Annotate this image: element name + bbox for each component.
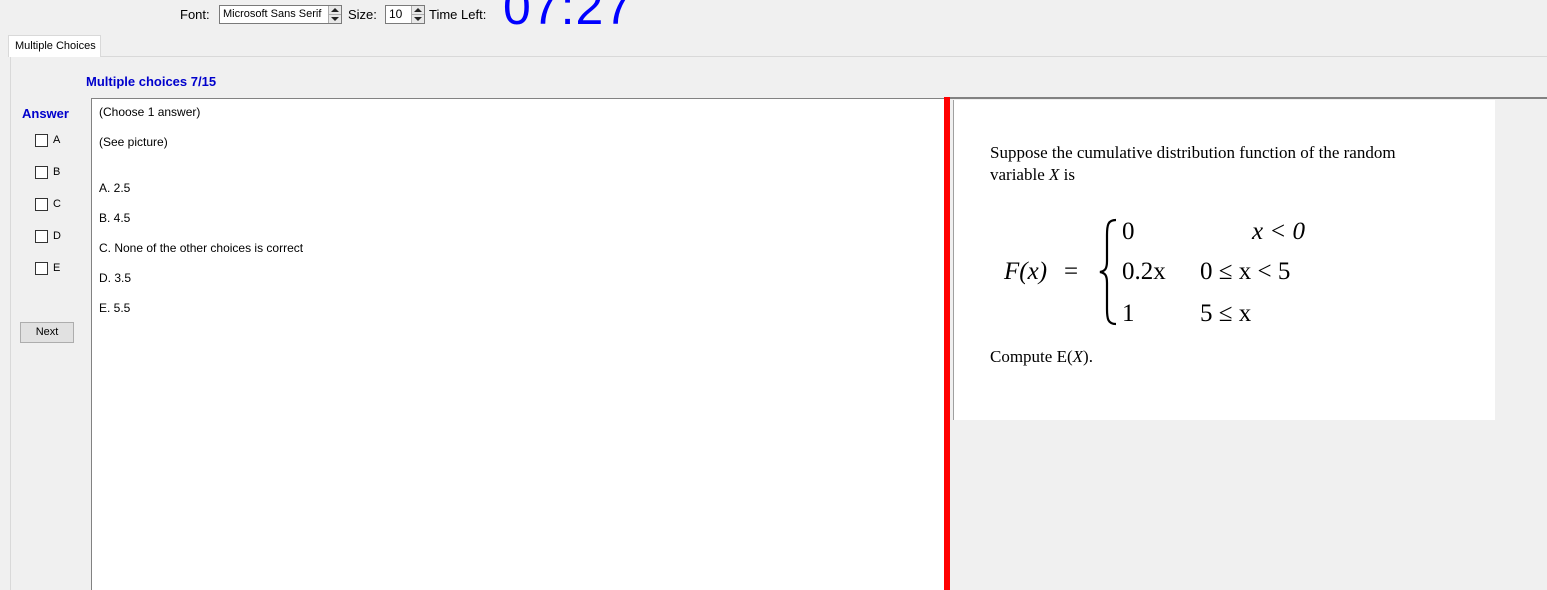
font-label: Font:	[180, 7, 210, 22]
checkbox[interactable]	[35, 230, 48, 243]
left-brace-icon	[1099, 218, 1117, 326]
case-condition-3: 5 ≤ x	[1200, 300, 1252, 327]
picture-top-border	[950, 97, 1547, 99]
case-value-1: 0	[1122, 218, 1135, 245]
picture-line-2: variable X is	[990, 165, 1075, 184]
answer-label: Answer	[22, 106, 69, 121]
next-button[interactable]: Next	[20, 322, 74, 343]
choice-e: E. 5.5	[99, 301, 131, 315]
choice-a: A. 2.5	[99, 181, 131, 195]
option-label: D	[53, 230, 61, 242]
question-picture: Suppose the cumulative distribution func…	[953, 100, 1495, 420]
see-picture-note: (See picture)	[99, 135, 168, 149]
case-condition-1: x < 0	[1252, 218, 1305, 245]
case-value-3: 1	[1122, 300, 1135, 327]
choice-c: C. None of the other choices is correct	[99, 241, 304, 255]
choice-b: B. 4.5	[99, 211, 131, 225]
checkbox[interactable]	[35, 166, 48, 179]
choice-d: D. 3.5	[99, 271, 132, 285]
spinner-up-icon[interactable]	[331, 8, 339, 12]
option-label: B	[53, 166, 61, 178]
cdf-lhs: F(x)	[1004, 258, 1048, 285]
countdown-timer: 07:27	[503, 0, 634, 35]
time-left-label: Time Left:	[429, 7, 487, 22]
question-instruction: (Choose 1 answer)	[99, 105, 201, 119]
font-value: Microsoft Sans Serif	[223, 8, 322, 20]
tab-multiple-choices[interactable]: Multiple Choices	[8, 35, 101, 57]
font-spinner[interactable]	[328, 6, 341, 23]
spinner-down-icon[interactable]	[331, 17, 339, 21]
case-value-2: 0.2x	[1122, 258, 1166, 285]
checkbox[interactable]	[35, 198, 48, 211]
spinner-down-icon[interactable]	[414, 17, 422, 21]
option-label: A	[53, 134, 61, 146]
spinner-up-icon[interactable]	[414, 8, 422, 12]
size-stepper[interactable]: 10	[385, 5, 425, 24]
size-value: 10	[389, 7, 403, 21]
checkbox[interactable]	[35, 134, 48, 147]
checkbox[interactable]	[35, 262, 48, 275]
option-label: C	[53, 198, 61, 210]
splitter-bar[interactable]	[944, 97, 950, 590]
font-selector[interactable]: Microsoft Sans Serif	[219, 5, 342, 24]
section-title: Multiple choices 7/15	[86, 74, 217, 89]
size-label: Size:	[348, 7, 377, 22]
option-label: E	[53, 262, 61, 274]
question-text-area[interactable]	[91, 98, 946, 590]
size-spinner[interactable]	[411, 6, 424, 23]
case-condition-2: 0 ≤ x < 5	[1200, 258, 1291, 285]
picture-line-1: Suppose the cumulative distribution func…	[990, 143, 1396, 162]
compute-text: Compute E(X).	[990, 347, 1093, 366]
equals-sign: =	[1064, 258, 1079, 285]
